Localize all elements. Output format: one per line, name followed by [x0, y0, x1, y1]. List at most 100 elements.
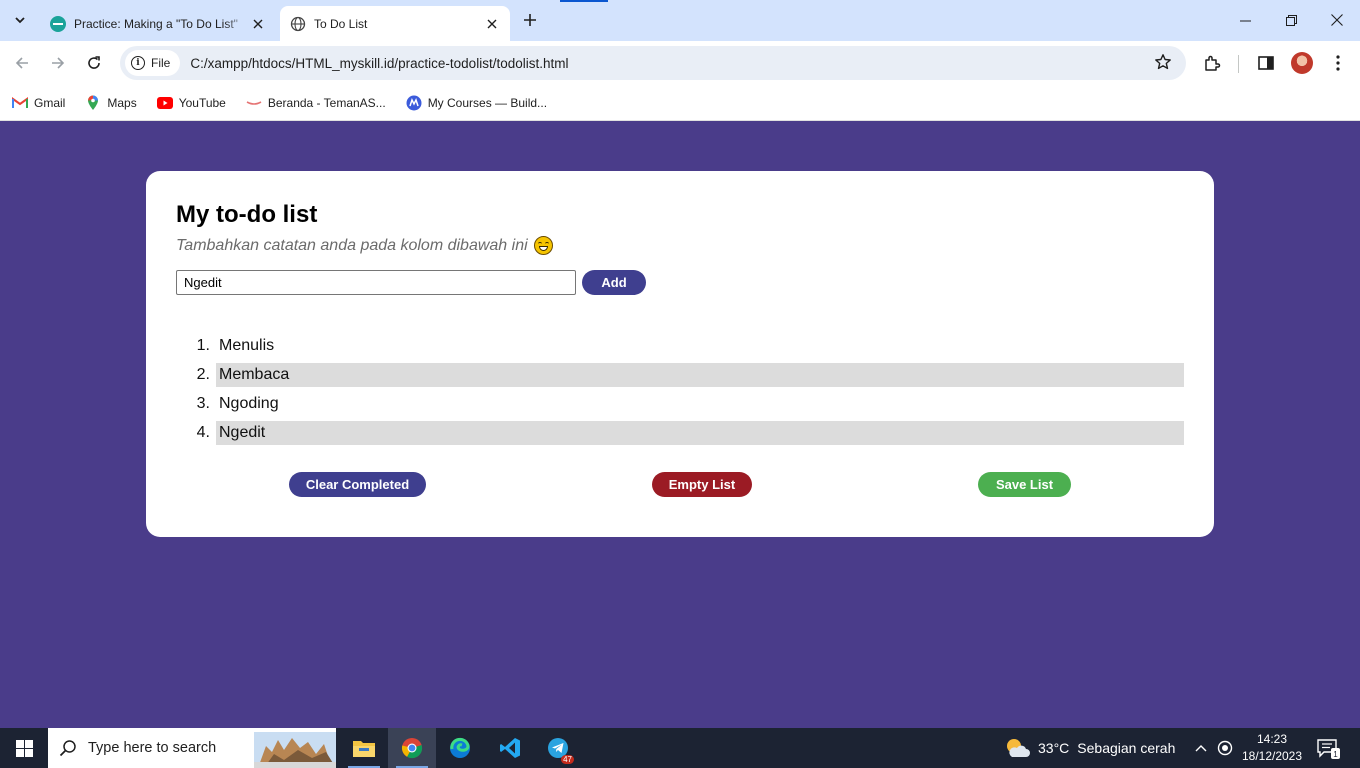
taskbar-file-explorer[interactable]: [340, 728, 388, 768]
gmail-icon: [12, 95, 28, 111]
tab-strip: Practice: Making a "To Do List" To Do Li…: [0, 0, 1360, 41]
tab-title: To Do List: [314, 16, 368, 31]
loading-indicator: [560, 0, 608, 2]
chevron-down-icon: [15, 17, 25, 24]
avatar: [1291, 52, 1313, 74]
todo-item[interactable]: 4. Ngedit: [186, 418, 1184, 447]
forward-button[interactable]: [44, 49, 72, 77]
maps-icon: [85, 95, 101, 111]
bookmark-youtube[interactable]: YouTube: [156, 95, 226, 111]
notification-icon: 1: [1317, 739, 1340, 759]
reload-button[interactable]: [80, 49, 108, 77]
taskbar-edge[interactable]: [436, 728, 484, 768]
browser-toolbar: i File C:/xampp/htdocs/HTML_myskill.id/p…: [0, 41, 1360, 85]
extensions-button[interactable]: [1198, 49, 1226, 77]
taskbar-telegram[interactable]: 47: [534, 728, 582, 768]
side-panel-button[interactable]: [1252, 49, 1280, 77]
system-clock[interactable]: 14:23 18/12/2023: [1240, 731, 1304, 765]
reload-icon: [88, 56, 100, 69]
taskbar-vscode[interactable]: [486, 728, 534, 768]
url-text[interactable]: C:/xampp/htdocs/HTML_myskill.id/practice…: [190, 56, 568, 71]
plus-icon: [524, 14, 536, 26]
close-window-button[interactable]: [1314, 0, 1360, 40]
close-icon: [1331, 14, 1343, 26]
todo-item[interactable]: 2. Membaca: [186, 360, 1184, 389]
weather-temp: 33°C: [1038, 740, 1070, 756]
new-tab-button[interactable]: [518, 8, 542, 32]
item-number: 1.: [196, 336, 210, 354]
restore-icon: [1285, 14, 1297, 26]
folder-icon: [353, 741, 375, 757]
bookmark-gmail[interactable]: Gmail: [12, 95, 65, 111]
more-vertical-icon: [1336, 55, 1340, 71]
tab-todo-list[interactable]: To Do List: [280, 6, 510, 41]
chrome-menu-button[interactable]: [1324, 49, 1352, 77]
taskbar-search[interactable]: Type here to search: [48, 728, 336, 768]
weather-widget[interactable]: 33°C Sebagian cerah: [1004, 728, 1175, 768]
clock-date: 18/12/2023: [1241, 749, 1303, 763]
record-indicator[interactable]: [1214, 728, 1236, 768]
record-icon: [1217, 740, 1233, 756]
grinning-emoji-icon: [533, 236, 553, 255]
page-title: My to-do list: [176, 201, 318, 228]
taskbar-chrome[interactable]: [388, 728, 436, 768]
search-icon: [48, 739, 88, 757]
bookmark-temanas[interactable]: Beranda - TemanAS...: [246, 95, 386, 111]
site-info-label: File: [151, 56, 171, 70]
bookmark-maps[interactable]: Maps: [85, 95, 137, 111]
clock-time: 14:23: [1256, 732, 1288, 746]
partly-sunny-icon: [1004, 737, 1030, 759]
subtitle-text: Tambahkan catatan anda pada kolom dibawa…: [176, 236, 528, 254]
item-text: Membaca: [216, 362, 1184, 387]
close-tab-icon[interactable]: [250, 16, 266, 32]
myskill-favicon-icon: [50, 15, 66, 32]
address-bar[interactable]: i File C:/xampp/htdocs/HTML_myskill.id/p…: [120, 46, 1186, 80]
start-button[interactable]: [0, 728, 48, 768]
notification-center-button[interactable]: 1: [1316, 736, 1340, 760]
telegram-badge: 47: [561, 755, 574, 764]
windows-logo-icon: [15, 739, 33, 757]
item-number: 3.: [196, 394, 210, 412]
add-button[interactable]: Add: [582, 270, 646, 295]
tab-practice[interactable]: Practice: Making a "To Do List": [40, 6, 276, 41]
todo-item[interactable]: 3. Ngoding: [186, 389, 1184, 418]
tab-title: Practice: Making a "To Do List": [74, 16, 238, 31]
youtube-icon: [156, 95, 173, 111]
item-text: Ngedit: [216, 420, 1184, 445]
profile-button[interactable]: [1288, 49, 1316, 77]
temanas-icon: [246, 95, 262, 111]
weather-description: Sebagian cerah: [1077, 740, 1176, 756]
restore-button[interactable]: [1268, 0, 1314, 40]
puzzle-icon: [1205, 55, 1221, 71]
minimize-icon: [1239, 20, 1251, 21]
search-placeholder: Type here to search: [88, 740, 217, 756]
site-info-chip[interactable]: i File: [125, 50, 181, 76]
globe-icon: [290, 16, 306, 32]
bookmark-star-icon[interactable]: [1154, 53, 1172, 76]
bookmark-label: My Courses — Build...: [427, 95, 548, 110]
arrow-right-icon: [52, 57, 65, 69]
bookmark-label: YouTube: [178, 95, 226, 110]
clear-completed-button[interactable]: Clear Completed: [289, 472, 426, 497]
todo-input[interactable]: [176, 270, 576, 295]
item-text: Menulis: [219, 336, 275, 354]
empty-list-button[interactable]: Empty List: [652, 472, 752, 497]
notification-count: 1: [1333, 750, 1338, 759]
page-viewport: My to-do list Tambahkan catatan anda pad…: [0, 121, 1360, 728]
show-hidden-icons-button[interactable]: [1190, 728, 1212, 768]
minimize-button[interactable]: [1222, 0, 1268, 40]
back-button[interactable]: [8, 49, 36, 77]
edge-icon: [450, 737, 470, 758]
item-number: 4.: [196, 423, 210, 441]
toolbar-divider: [1238, 55, 1239, 73]
todo-list: 1. Menulis 2. Membaca 3. Ngoding 4. Nged…: [186, 331, 1184, 447]
item-number: 2.: [196, 365, 210, 383]
bookmark-courses[interactable]: My Courses — Build...: [406, 95, 547, 111]
todo-item[interactable]: 1. Menulis: [186, 331, 1184, 360]
tab-search-button[interactable]: [6, 6, 34, 34]
todo-card: My to-do list Tambahkan catatan anda pad…: [146, 171, 1214, 537]
bookmark-label: Beranda - TemanAS...: [267, 95, 386, 110]
vscode-icon: [500, 738, 520, 758]
close-tab-icon[interactable]: [484, 16, 500, 32]
save-list-button[interactable]: Save List: [978, 472, 1071, 497]
